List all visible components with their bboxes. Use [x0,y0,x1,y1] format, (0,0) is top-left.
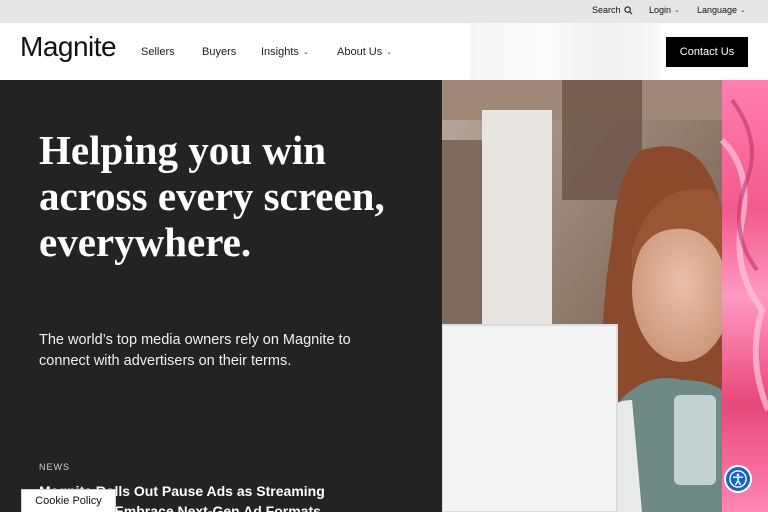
hero-panel: Helping you win across every screen, eve… [0,80,442,512]
login-dropdown[interactable]: Login ⌄ [649,5,680,15]
nav-item-sellers[interactable]: Sellers [141,46,175,58]
search-icon [623,5,633,14]
chevron-down-icon: ⌄ [302,49,309,56]
nav-item-label: Sellers [141,46,175,58]
nav-item-label: Insights [261,46,299,58]
news-label: NEWS [39,462,70,472]
cookie-policy-button[interactable]: Cookie Policy [21,489,116,512]
accessibility-button[interactable] [724,465,752,493]
nav-item-about-us[interactable]: About Us ⌄ [337,46,392,58]
utility-bar: Search Login ⌄ Language ⌄ [0,0,768,23]
main-nav: Magnite Sellers Buyers Insights ⌄ About … [0,23,768,80]
chevron-down-icon: ⌄ [740,7,746,14]
chevron-down-icon: ⌄ [386,49,393,56]
language-label: Language [697,5,738,15]
magnite-logo[interactable]: Magnite [20,31,117,63]
nav-item-insights[interactable]: Insights ⌄ [261,46,309,58]
language-dropdown[interactable]: Language ⌄ [697,5,746,15]
contact-us-button[interactable]: Contact Us [666,37,748,67]
accessibility-icon [729,470,747,488]
login-label: Login [649,5,672,15]
nav-item-buyers[interactable]: Buyers [202,46,236,58]
hero-image [442,80,768,512]
nav-item-label: Buyers [202,46,237,58]
nav-background-decoration [470,23,660,80]
search-label: Search [592,5,621,15]
nav-item-label: About Us [337,46,383,58]
search-link[interactable]: Search [592,5,633,15]
hero-photo-illustration [442,80,768,512]
hero-subtitle: The world’s top media owners rely on Mag… [39,332,351,369]
chevron-down-icon: ⌄ [674,7,680,14]
hero-title: Helping you win across every screen, eve… [39,127,385,265]
